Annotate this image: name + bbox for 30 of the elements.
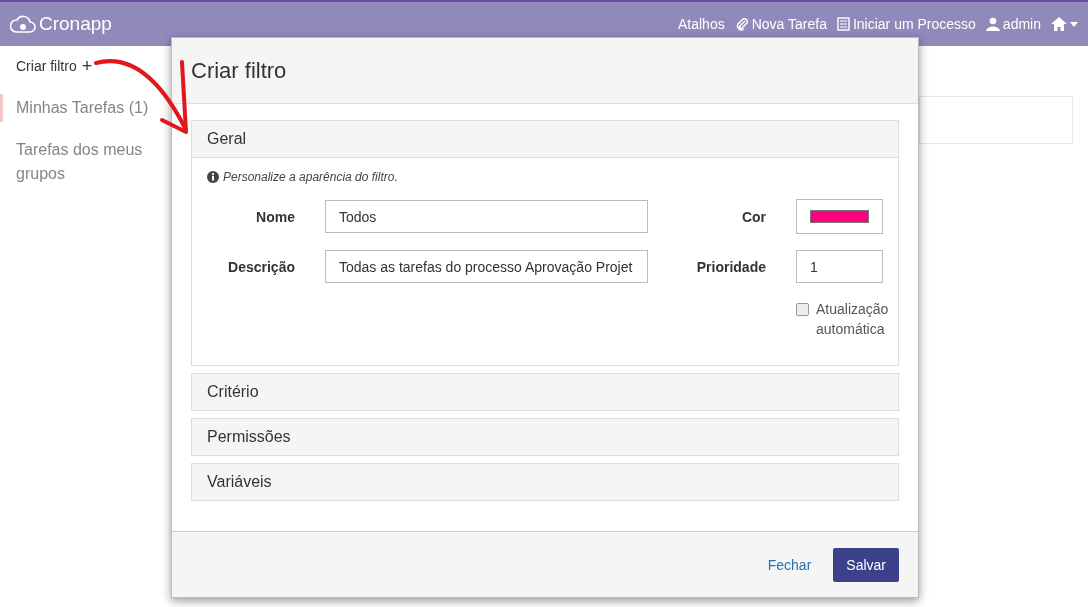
home-menu[interactable] xyxy=(1051,17,1078,31)
caret-icon xyxy=(1070,21,1078,27)
plus-icon[interactable]: + xyxy=(81,55,93,77)
info-icon xyxy=(207,171,219,183)
input-field[interactable]: Todas as tarefas do processo Aprovação Projet xyxy=(325,250,648,283)
color-picker[interactable] xyxy=(796,199,883,234)
field-label: Descrição xyxy=(227,258,295,275)
accordion-header[interactable]: Critério xyxy=(192,374,898,410)
create-filter-link[interactable]: Criar filtro xyxy=(16,58,77,74)
close-link[interactable]: Fechar xyxy=(755,548,824,581)
cloud-logo-icon xyxy=(10,14,36,34)
home-icon xyxy=(1051,17,1067,31)
field-label: Prioridade xyxy=(695,258,766,275)
paperclip-icon xyxy=(734,17,749,31)
checkbox-label: Atualização automática xyxy=(816,300,890,339)
info-text: Personalize a aparência do filtro. xyxy=(223,170,398,184)
save-button[interactable]: Salvar xyxy=(833,547,899,582)
checkbox[interactable] xyxy=(796,303,809,316)
user-icon xyxy=(985,17,1000,31)
dialog-title: Criar filtro xyxy=(191,57,287,84)
accordion-header[interactable]: Geral xyxy=(192,121,898,158)
accordion-header[interactable]: Permissões xyxy=(192,419,898,455)
sidebar-item[interactable]: Tarefas dos meus grupos xyxy=(0,136,151,188)
list-icon xyxy=(836,17,850,31)
sidebar-item[interactable]: Minhas Tarefas (1) xyxy=(0,94,151,122)
input-field[interactable]: Todos xyxy=(325,200,648,233)
accordion-header[interactable]: Variáveis xyxy=(192,464,898,500)
field-label: Nome xyxy=(255,208,295,225)
input-field[interactable]: 1 xyxy=(796,250,883,283)
field-label: Cor xyxy=(740,208,766,225)
